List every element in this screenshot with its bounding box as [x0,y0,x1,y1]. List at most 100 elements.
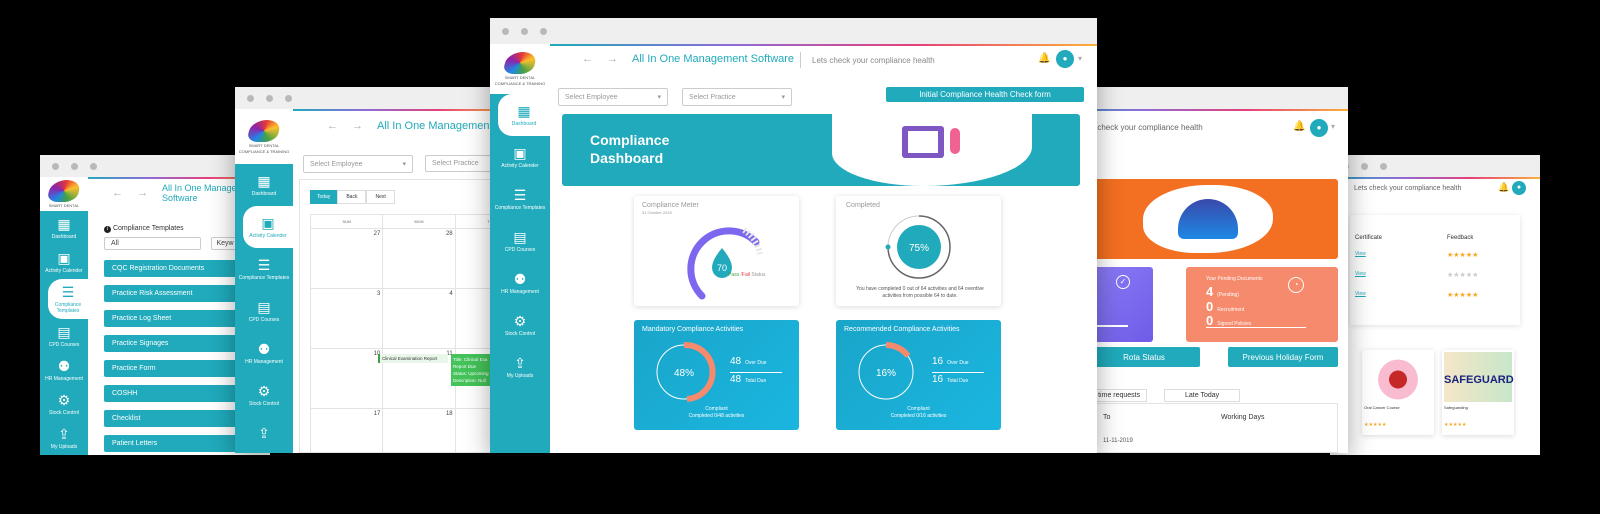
previous-holiday-form-button[interactable]: Previous Holiday Form [1228,347,1338,367]
hr-management-icon: ⚉ [257,341,271,357]
user-avatar[interactable]: ● [1512,181,1526,195]
calendar-day[interactable]: 10 [309,348,384,409]
sidebar-item-dashboard[interactable]: ▦ Dashboard [40,211,88,245]
tab-late-today[interactable]: Late Today [1164,389,1241,402]
notification-bell-icon[interactable]: 🔔 [1293,121,1305,132]
dashboard-icon: ▦ [257,173,271,189]
forward-arrow-icon[interactable]: → [352,120,363,132]
forward-arrow-icon[interactable]: → [137,187,148,199]
back-arrow-icon[interactable]: ← [582,53,593,65]
header-accent-line [550,44,1097,46]
sidebar-item-cpd-courses[interactable]: ▤ CPD Courses [40,319,88,353]
sidebar-item-my-uploads[interactable]: ⇪ [235,416,293,450]
sidebar-item-activity-calender[interactable]: ▣ Activity Calender [490,136,550,178]
header-accent-line [293,109,510,111]
sidebar-item-hr-management[interactable]: ⚉ HR Management [490,262,550,304]
window-chrome [235,87,510,109]
compliance-meter-card: Compliance Meter 31 October 2019 70 Pass… [634,196,799,306]
compliance-meter-gauge: 70 [687,227,763,300]
select-practice-dropdown[interactable]: Select Practice ▾ [682,88,792,106]
header-divider [800,52,801,68]
calendar-day[interactable]: 28 [382,228,456,289]
window-chrome [490,18,1097,44]
sidebar-item-compliance-templates[interactable]: ☰ Compliance Templates [490,178,550,220]
dashboard-window: SMART DENTAL COMPLIANCE & TRAINING ▦ Dashb… [490,18,1097,453]
pending-documents-card[interactable]: Your Pending Documents 4 (Pending) 0 Recru… [1186,267,1338,342]
cpd-courses-icon: ▤ [257,299,271,315]
view-link[interactable]: View [1355,251,1447,259]
today-button[interactable]: Today [310,190,338,204]
certificates-table: Certificate Feedback View ★★★★★ View ★★★★★ … [1350,215,1520,325]
calendar-event[interactable]: Clinical Examination Report [378,354,448,363]
back-arrow-icon[interactable]: ← [327,120,338,132]
chevron-down-icon: ▾ [781,94,785,101]
calendar-event-detail[interactable]: Title: Clinical Exa Report Due Status: Upc… [451,354,491,386]
sidebar-item-my-uploads[interactable]: ⇪ My Uploads [490,346,550,388]
header-accent-line [1330,177,1540,179]
user-avatar[interactable]: ● [1310,119,1328,137]
logo: SMART DENTAL [40,177,88,211]
course-card[interactable]: SAFEGUARDING Safeguarding ★★★★★ [1442,350,1514,435]
uploads-icon: ⇪ [58,426,70,442]
sidebar-item-dashboard[interactable]: ▦ Dashboard [235,164,293,206]
sidebar-item-stock-control[interactable]: ⚙ Stock Control [490,304,550,346]
chevron-down-icon[interactable]: ▾ [1078,54,1082,63]
calendar-week: 34 [309,288,510,349]
templates-icon: ☰ [513,187,527,203]
course-card[interactable]: Oral Cancer Course ★★★★★ [1362,350,1434,435]
stock-control-icon: ⚙ [257,383,271,399]
calendar-day[interactable]: 18 [382,408,456,453]
window-chrome [1330,155,1540,177]
header: ←→ All In One Management Software [327,120,510,132]
next-button[interactable]: Next [366,190,395,204]
calendar-day[interactable]: 3 [309,288,384,349]
cpd-courses-icon: ▤ [513,229,527,245]
rota-status-button[interactable]: Rota Status [1088,347,1200,367]
sidebar-item-cpd-courses[interactable]: ▤ CPD Courses [235,290,293,332]
calendar-week: 17 18 [309,408,510,453]
user-avatar[interactable]: ● [1056,50,1074,68]
meter-value: 70 [717,263,727,273]
sidebar-item-compliance-templates[interactable]: ☰ Compliance Templates [48,279,88,319]
calendar-day[interactable]: 4 [382,288,456,349]
mandatory-activities-card[interactable]: Mandatory Compliance Activities 48% 48 Ov… [634,320,799,430]
sidebar-item-activity-calender[interactable]: ▣ Activity Calender [243,206,293,248]
cpd-courses-icon: ▤ [57,324,71,340]
calendar-day[interactable]: 17 [309,408,384,453]
recommended-activities-card[interactable]: Recommended Compliance Activities 16% 16… [836,320,1001,430]
back-arrow-icon[interactable]: ← [112,187,123,199]
banner-illustration [832,114,1032,186]
back-button[interactable]: Back [337,190,367,204]
chevron-down-icon[interactable]: ▾ [1331,122,1335,131]
sidebar-item-dashboard[interactable]: ▦ Dashboard [498,94,550,136]
sidebar-item-hr-management[interactable]: ⚉ HR Management [235,332,293,374]
calendar-week: 27 28 [309,228,510,289]
sidebar-item-my-uploads[interactable]: ⇪ My Uploads [40,421,88,455]
hr-management-icon: ⚉ [513,271,527,287]
templates-filter-select[interactable]: All [104,237,202,250]
stock-control-icon: ⚙ [513,313,527,329]
team-illustration [1143,185,1273,253]
training-window: Lets check your compliance health 🔔 ● Ce… [1330,155,1540,455]
view-link[interactable]: View [1355,271,1447,279]
sidebar-item-stock-control[interactable]: ⚙ Stock Control [40,387,88,421]
sidebar-item-cpd-courses[interactable]: ▤ CPD Courses [490,220,550,262]
initial-compliance-health-check-button[interactable]: Initial Compliance Health Check form [886,87,1084,102]
calendar-window: SMART DENTAL COMPLIANCE & TRAINING ▦ Dashb… [235,87,510,453]
notification-bell-icon[interactable]: 🔔 [1038,53,1050,64]
view-link[interactable]: View [1355,291,1447,299]
approved-card[interactable]: ✓ [1088,267,1153,342]
select-employee-dropdown[interactable]: Select Employee ▾ [558,88,668,106]
sidebar-item-hr-management[interactable]: ⚉ HR Management [40,353,88,387]
sidebar-item-activity-calender[interactable]: ▣ Activity Calender [40,245,88,279]
weekday-header: SUNMONTUE [309,214,510,229]
select-employee-dropdown[interactable]: Select Employee ▾ [303,155,413,173]
clock-icon: ◔ [1288,277,1304,293]
calendar-day[interactable]: 27 [309,228,384,289]
forward-arrow-icon[interactable]: → [607,53,618,65]
dashboard-icon: ▦ [517,103,531,119]
sidebar-item-compliance-templates[interactable]: ☰ Compliance Templates [235,248,293,290]
notification-bell-icon[interactable]: 🔔 [1498,182,1509,193]
sidebar-item-stock-control[interactable]: ⚙ Stock Control [235,374,293,416]
compliance-banner: Compliance Dashboard [562,114,1080,186]
